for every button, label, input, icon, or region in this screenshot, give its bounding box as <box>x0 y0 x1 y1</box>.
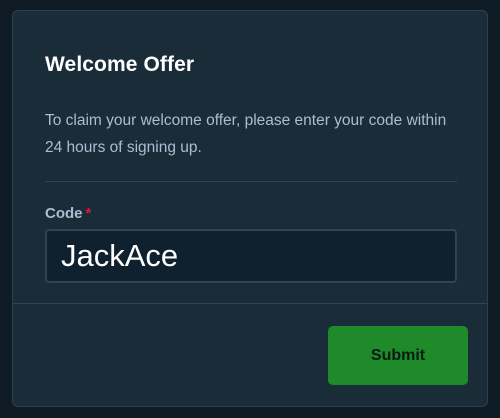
divider <box>45 181 457 182</box>
submit-button[interactable]: Submit <box>328 326 468 385</box>
code-field-label: Code * <box>45 205 91 222</box>
code-label-text: Code <box>45 205 83 222</box>
required-marker: * <box>85 205 92 222</box>
footer-divider <box>13 303 487 304</box>
welcome-offer-dialog: Welcome Offer To claim your welcome offe… <box>12 10 488 407</box>
dialog-title: Welcome Offer <box>45 53 195 76</box>
dialog-description: To claim your welcome offer, please ente… <box>45 112 447 156</box>
code-input[interactable] <box>45 229 457 283</box>
